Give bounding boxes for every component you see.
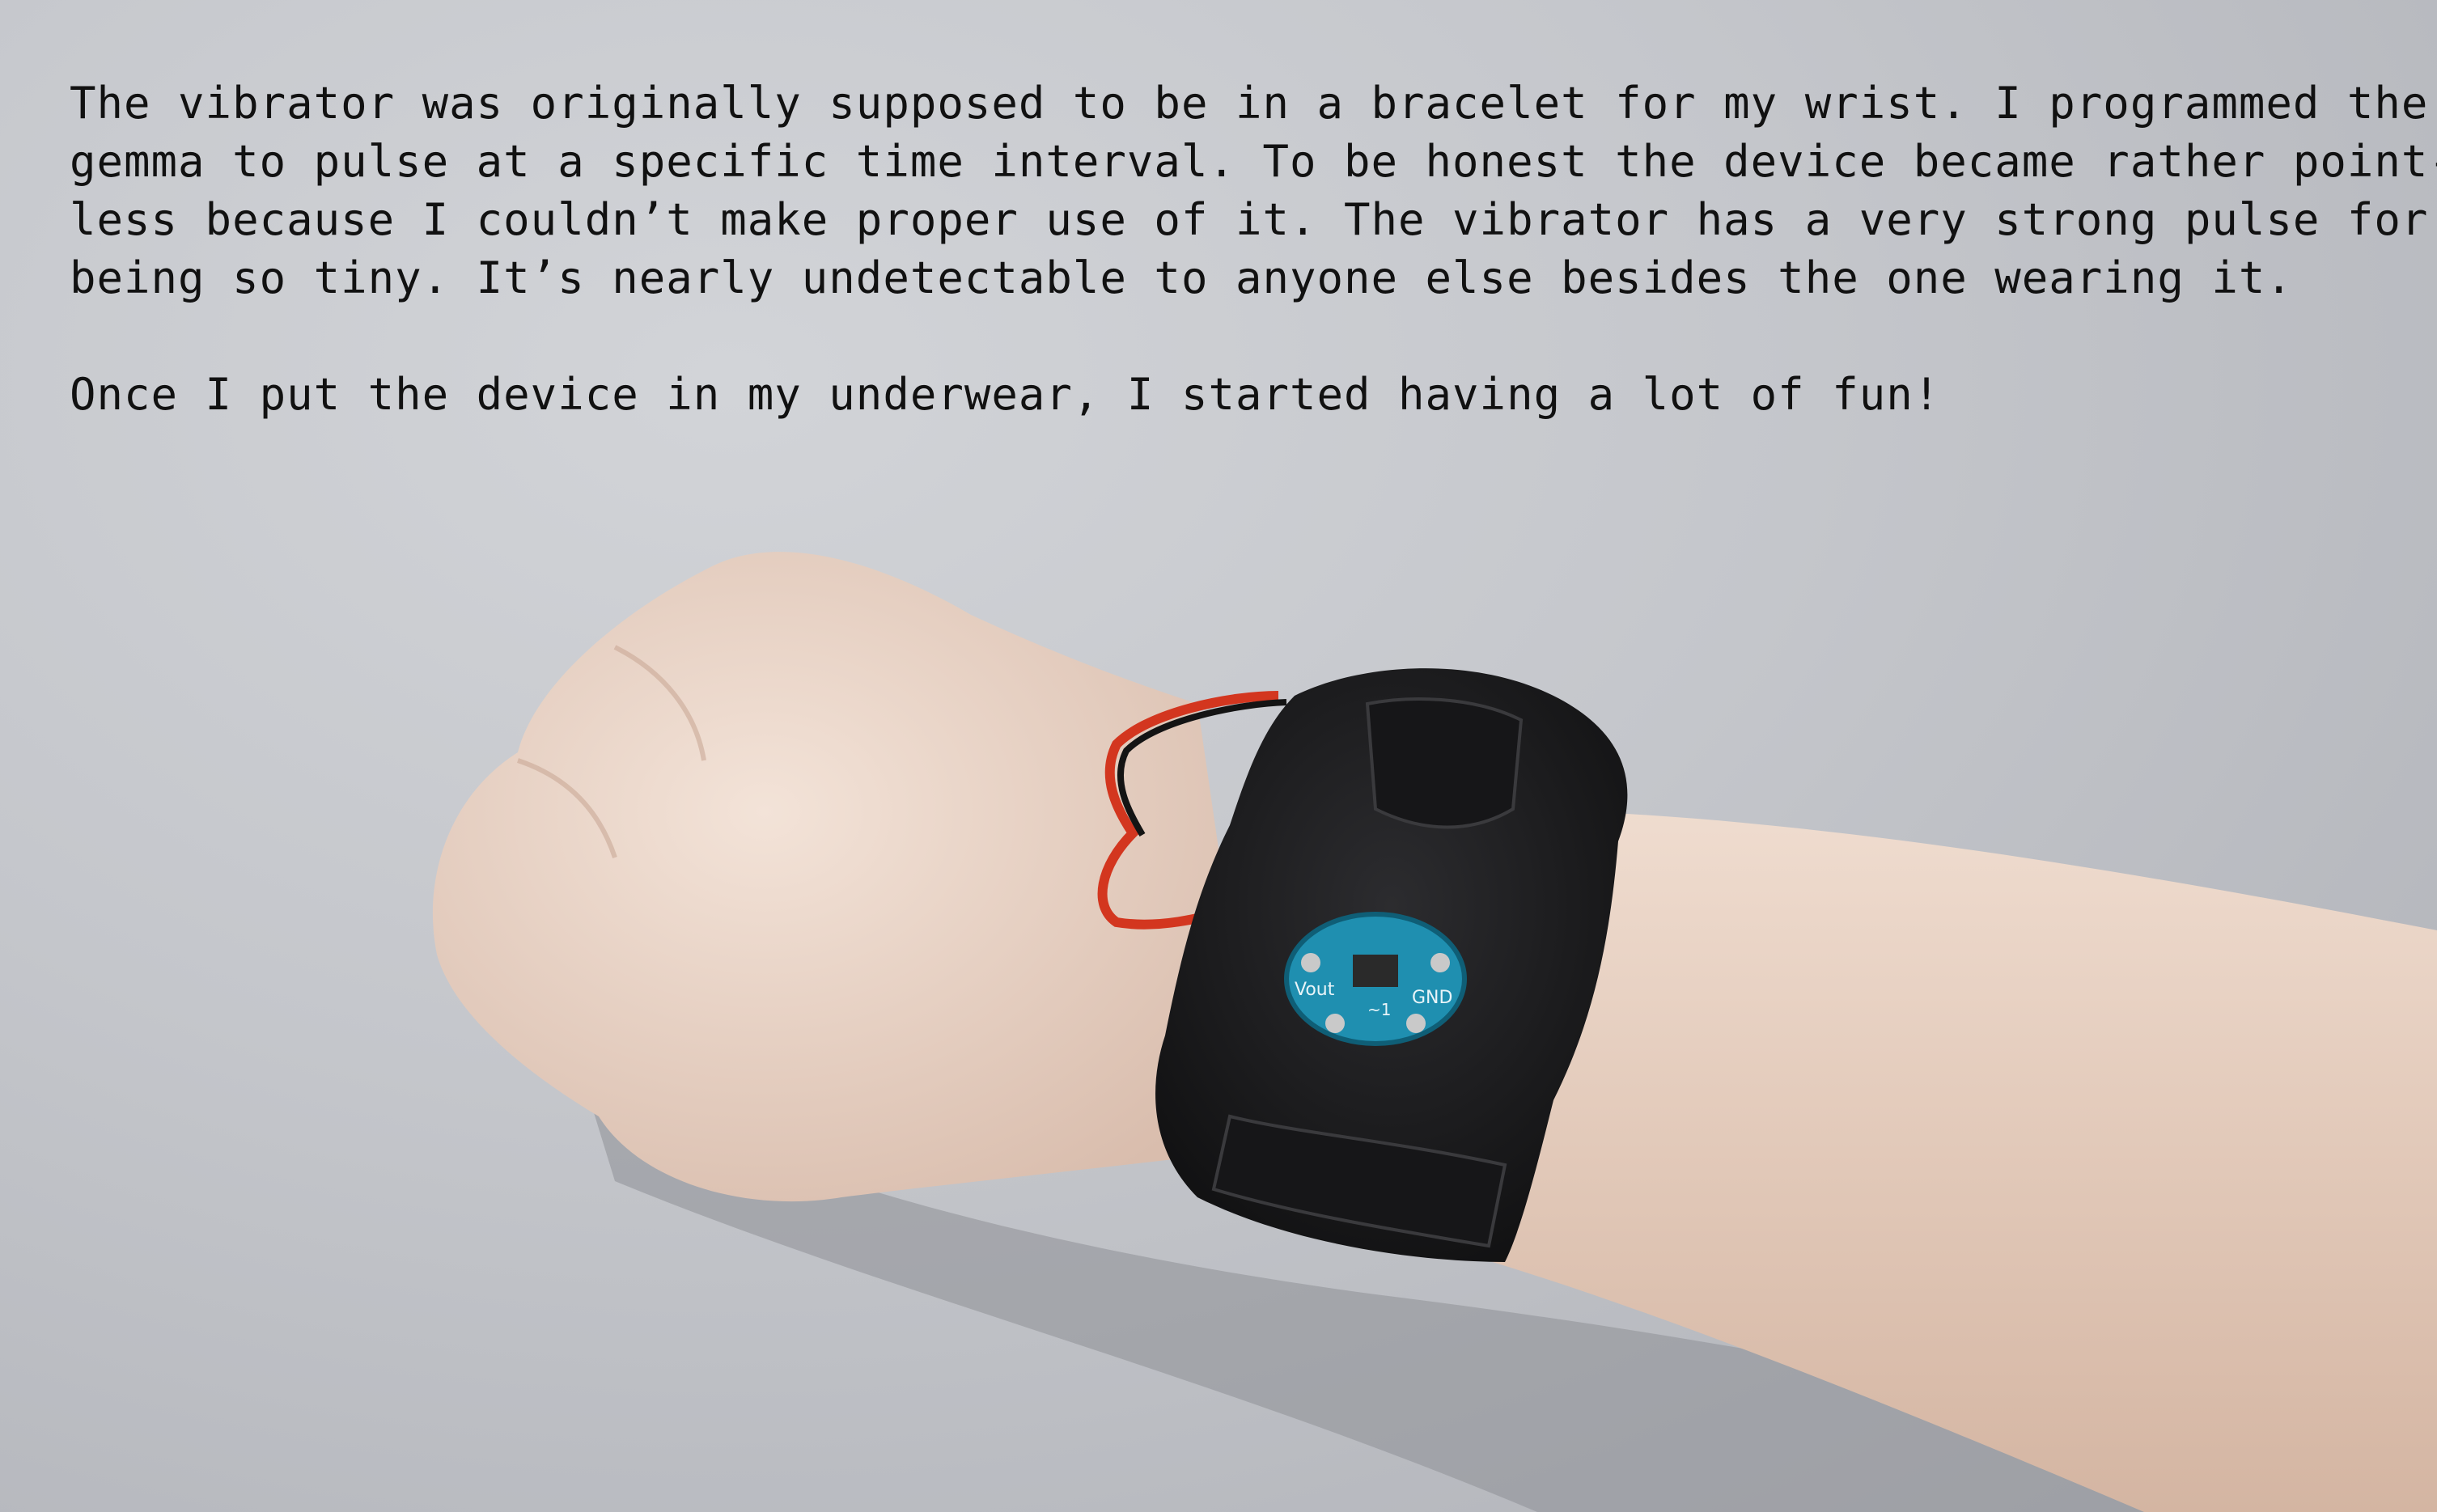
fist — [432, 552, 1262, 1202]
board-label-gnd: GND — [1412, 988, 1452, 1008]
caption-line-4: being so tiny. It’s nearly undetectable … — [70, 252, 2293, 303]
board-label-vout: Vout — [1295, 980, 1335, 1000]
caption-line-3: less because I couldn’t make proper use … — [70, 194, 2429, 245]
caption-line-1: The vibrator was originally supposed to … — [70, 78, 2429, 129]
caption-line-2: gemma to pulse at a specific time interv… — [70, 136, 2437, 187]
gemma-board: Vout GND ~1 — [1284, 912, 1467, 1046]
photo-caption: The vibrator was originally supposed to … — [70, 74, 2437, 424]
caption-closing-line: Once I put the device in my underwear, I… — [70, 369, 1941, 420]
leather-strap-top — [1365, 697, 1524, 829]
board-label-pin1: ~1 — [1367, 1000, 1391, 1019]
